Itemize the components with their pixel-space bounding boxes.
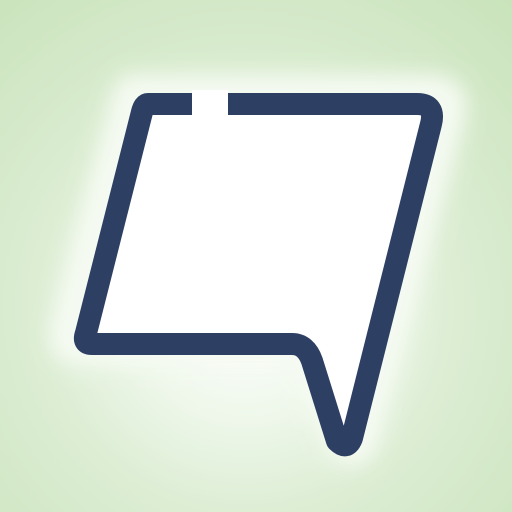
outline-gap (192, 90, 228, 126)
app-icon (0, 0, 512, 512)
speech-bubble-icon (48, 74, 467, 466)
